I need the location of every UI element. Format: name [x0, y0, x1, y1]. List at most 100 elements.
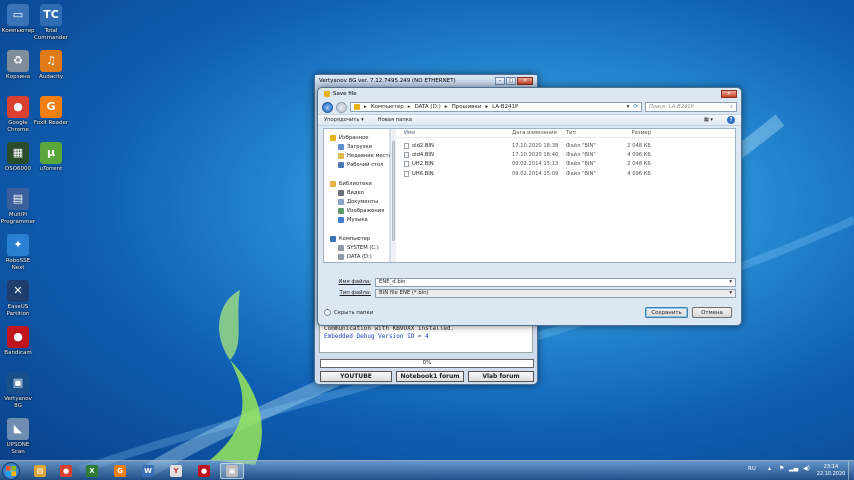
nav-item[interactable]: Загрузки [324, 142, 389, 151]
nav-item-label: Компьютер [339, 235, 371, 242]
forward-arrow-icon[interactable]: › [336, 101, 347, 113]
language-indicator[interactable]: RU [748, 466, 756, 472]
nav-item[interactable]: Документы [324, 197, 389, 206]
flag-icon[interactable]: ⚑ [779, 465, 784, 472]
save-file-dialog[interactable]: Save file ✕ ‹ › ▸ Компьютер ▸ DATA (D:) … [317, 87, 742, 326]
youtube-button[interactable]: YOUTUBE [320, 371, 392, 382]
app-icon: Y [170, 465, 182, 477]
nav-item[interactable]: Компьютер [324, 234, 389, 243]
nav-item-label: Недавние места [347, 152, 392, 159]
console-log: Communication with KB9OXX installed. Emb… [319, 323, 533, 353]
start-button[interactable] [2, 462, 20, 480]
desktop-icon[interactable]: ● Google Chrome [0, 96, 36, 133]
desktop-icon[interactable]: ▤ MultiPi Programmer [0, 188, 36, 225]
nav-item[interactable]: Библиотеки [324, 179, 389, 188]
desktop-icon[interactable]: ♫ Audacity [33, 50, 69, 81]
view-options-icon[interactable]: ▦ ▾ [704, 117, 713, 123]
desktop-icon-label: Google Chrome [7, 120, 29, 133]
desktop-icon-label: Vertyanov 8G [4, 396, 32, 409]
taskbar-app-button[interactable]: ● [54, 463, 78, 479]
desktop-icon[interactable]: ♻ Корзина [0, 50, 36, 81]
taskbar-app-button[interactable]: W [136, 463, 160, 479]
vertyanov-titlebar[interactable]: Vertyanov 8G ver. 7.12.7495.249 (NO ETHE… [315, 75, 537, 87]
nav-item-label: SYSTEM (C:) [347, 244, 379, 251]
chevron-down-icon[interactable]: ▾ [729, 290, 732, 296]
navigation-pane[interactable]: Избранное Загрузки Недавние места Рабочий с… [324, 129, 392, 262]
minimize-button[interactable]: – [495, 77, 505, 85]
desktop-icon[interactable]: ▦ DSO6000 [0, 142, 36, 173]
search-input[interactable]: Поиск: LA-B241P ⌕ [645, 102, 737, 112]
nav-item-icon [330, 180, 336, 187]
volume-icon[interactable]: ◀) [803, 465, 810, 472]
maximize-button[interactable]: □ [506, 77, 516, 85]
taskbar-app-button[interactable]: ▣ [220, 463, 244, 479]
organize-button[interactable]: Упорядочить ▾ [324, 117, 364, 123]
taskbar-app-button[interactable]: Y [164, 463, 188, 479]
nav-item[interactable]: Изображения [324, 207, 389, 216]
show-desktop-button[interactable] [848, 461, 854, 480]
column-name[interactable]: Имя [396, 130, 512, 136]
file-row[interactable]: old4.BIN 17.10.2020 18:40 Файл "BIN" 4 096 … [396, 150, 735, 159]
nav-item[interactable]: Музыка [324, 216, 389, 225]
desktop-icon[interactable]: ✦ RoboSSE Next [0, 234, 36, 271]
refresh-icon[interactable]: ⟳ [633, 104, 638, 110]
dialog-close-button[interactable]: ✕ [721, 90, 737, 98]
taskbar-app-button[interactable]: X [80, 463, 104, 479]
nav-item[interactable]: SYSTEM (C:) [324, 243, 389, 252]
nav-item[interactable]: Избранное [324, 133, 389, 142]
app-icon: µ [40, 142, 62, 164]
dialog-titlebar[interactable]: Save file ✕ [318, 88, 741, 100]
breadcrumb-firmware[interactable]: Прошивки [452, 104, 482, 110]
vlab-forum-button[interactable]: Vlab forum [468, 371, 534, 382]
file-name: old4.BIN [412, 151, 434, 158]
column-date[interactable]: Дата изменения [512, 130, 566, 136]
breadcrumb-computer[interactable]: Компьютер [371, 104, 404, 110]
chevron-down-icon[interactable]: ▾ [729, 279, 732, 285]
notebook1-forum-button[interactable]: Notebook1 forum [396, 371, 464, 382]
column-type[interactable]: Тип [566, 130, 619, 136]
desktop-icon[interactable]: TC Total Commander [33, 4, 69, 41]
nav-item[interactable]: Рабочий стол [324, 161, 389, 170]
desktop-icon[interactable]: ◣ UPSONE Scan [0, 418, 36, 455]
file-list[interactable]: Имя Дата изменения Тип Размер old2.BIN 17… [396, 129, 735, 262]
nav-item-label: Загрузки [347, 143, 372, 150]
tray-chevron-icon[interactable]: ▴ [768, 465, 771, 472]
nav-item[interactable]: Недавние места [324, 151, 392, 160]
desktop-icon[interactable]: G Foxit Reader [33, 96, 69, 127]
nav-item[interactable]: Видео [324, 188, 389, 197]
file-row[interactable]: old2.BIN 17.10.2020 18:38 Файл "BIN" 2 048 … [396, 141, 735, 150]
file-row[interactable]: UH2.BIN 09.02.2014 15:13 Файл "BIN" 2 048 К… [396, 160, 735, 169]
desktop-icon[interactable]: ▭ Компьютер [0, 4, 36, 35]
taskbar-app-button[interactable]: G [108, 463, 132, 479]
file-row[interactable]: UH6.BIN 09.02.2014 15:09 Файл "BIN" 4 096 К… [396, 169, 735, 178]
app-icon: X [86, 465, 98, 477]
nav-item-icon [330, 235, 336, 242]
desktop-icon[interactable]: ✕ EaseUS Partition [0, 280, 36, 317]
breadcrumb[interactable]: ▸ Компьютер ▸ DATA (D:) ▸ Прошивки ▸ LA-… [350, 102, 642, 112]
nav-item [324, 170, 389, 179]
column-size[interactable]: Размер [619, 130, 651, 136]
desktop-icon[interactable]: ▣ Vertyanov 8G [0, 372, 36, 409]
save-button[interactable]: Сохранить [645, 307, 688, 318]
filename-input[interactable]: ENE_d.bin ▾ [375, 277, 736, 287]
filename-row: Имя файла: ENE_d.bin ▾ [326, 277, 736, 287]
new-folder-button[interactable]: Новая папка [378, 117, 412, 123]
taskbar-app-button[interactable]: ▤ [28, 463, 52, 479]
back-arrow-icon[interactable]: ‹ [322, 101, 333, 113]
clock[interactable]: 23:14 22.10.2020 [816, 464, 846, 478]
breadcrumb-data-d[interactable]: DATA (D:) [415, 104, 441, 110]
taskbar-app-button[interactable]: ● [192, 463, 216, 479]
breadcrumb-la-b241p[interactable]: LA-B241P [492, 104, 518, 110]
help-icon[interactable]: ? [727, 116, 735, 124]
filetype-select[interactable]: BIN file ENE (*.bin) ▾ [375, 288, 736, 298]
desktop-icon-label: Компьютер [1, 28, 35, 34]
app-icon: ▤ [7, 188, 29, 210]
nav-item[interactable]: DATA (D:) [324, 252, 389, 261]
desktop-icon[interactable]: ● Bandicam [0, 326, 36, 357]
close-button[interactable]: ✕ [517, 77, 533, 85]
hide-folders-toggle[interactable]: ˄ Скрыть папки [324, 309, 373, 316]
network-icon[interactable]: ▂▄ [789, 465, 798, 472]
cancel-button[interactable]: Отмена [692, 307, 732, 318]
desktop-icon[interactable]: µ uTorrent [33, 142, 69, 173]
dropdown-chevron-icon[interactable]: ▾ [627, 104, 630, 110]
